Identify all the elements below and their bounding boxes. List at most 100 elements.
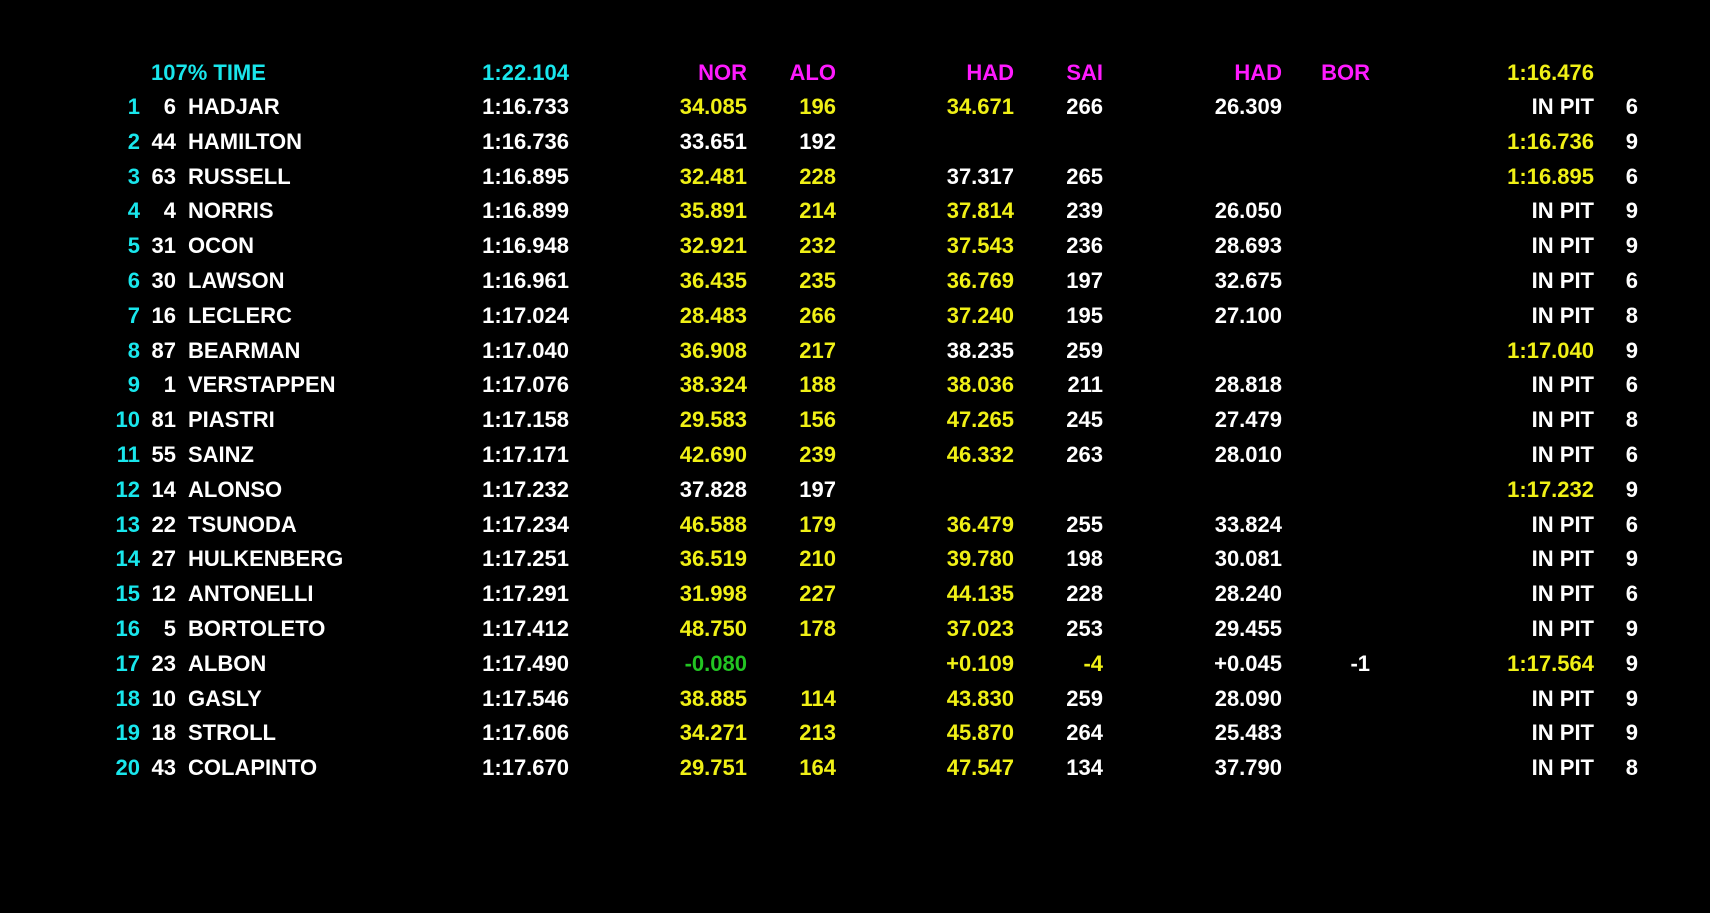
best-lap-time: 1:16.736 [482,128,569,154]
sector2-detail: 239 [1066,198,1103,224]
car-number: 44 [151,128,176,154]
best-lap-time: 1:17.234 [482,511,569,537]
lap-count: 9 [1625,476,1638,502]
last-lap: IN PIT [1531,372,1594,398]
sector1-time: 42.690 [679,442,747,467]
sector2-time: +0.109 [946,650,1014,676]
sector2-detail: 245 [1066,407,1103,433]
sector3-time: 33.824 [1214,511,1282,537]
sector2-time: 37.023 [946,616,1014,641]
sector2-time [860,473,1014,507]
best-time-header: 1:16.476 [1507,60,1594,85]
sector3-time: 26.050 [1214,198,1282,224]
last-lap: IN PIT [1531,685,1594,711]
lap-count: 9 [1625,198,1638,224]
sector1-detail: 213 [799,720,836,746]
last-lap: IN PIT [1531,198,1594,224]
sector1-detail: 266 [799,302,836,328]
last-lap: 1:17.040 [1507,337,1594,363]
sector3-detail: -1 [1350,650,1370,676]
sector3-detail [1280,542,1370,576]
table-row: 8 87 BEARMAN 1:17.040 36.908 217 38.235 259 1:17… [0,334,1710,368]
car-number: 4 [163,198,176,224]
s3-second-header: BOR [1321,60,1370,85]
table-row: 20 43 COLAPINTO 1:17.670 29.751 164 47.547 134 3… [0,751,1710,785]
table-row: 7 16 LECLERC 1:17.024 28.483 266 37.240 195 27.1… [0,299,1710,333]
sector3-time: 28.693 [1214,233,1282,259]
last-lap: IN PIT [1531,233,1594,259]
lap-count: 8 [1625,407,1638,433]
sector1-time: 36.435 [679,268,747,293]
sector3-detail [1280,229,1370,263]
sector3-detail [1280,682,1370,716]
sector2-time: 37.543 [946,233,1014,259]
best-lap-time: 1:17.490 [482,650,569,676]
header-row: 107% TIME 1:22.104 NOR ALO HAD SAI HAD B… [0,56,1710,90]
sector2-detail: 265 [1066,163,1103,189]
last-lap: 1:16.736 [1507,128,1594,154]
table-row: 18 10 GASLY 1:17.546 38.885 114 43.830 259 28.09… [0,682,1710,716]
table-row: 12 14 ALONSO 1:17.232 37.828 197 1:17.232 9 [0,473,1710,507]
sector3-time: 27.479 [1214,407,1282,433]
sector2-detail: 263 [1066,442,1103,467]
last-lap: IN PIT [1531,720,1594,746]
sector1-time: 32.481 [679,163,747,189]
last-lap: 1:17.232 [1507,476,1594,502]
car-number: 30 [151,268,176,293]
sector2-detail [1000,473,1103,507]
sector3-time: 29.455 [1214,616,1282,641]
s2-second-header: SAI [1066,60,1103,85]
car-number: 87 [151,337,176,363]
sector3-detail [1280,125,1370,159]
sector3-time: 28.240 [1214,581,1282,607]
sector1-detail: 228 [799,163,836,189]
sector3-detail [1280,473,1370,507]
sector1-time: 32.921 [679,233,747,259]
sector1-detail [740,647,836,681]
sector1-detail: 114 [800,685,837,711]
best-lap-time: 1:17.171 [482,442,569,467]
sector2-detail: -4 [1083,650,1103,676]
sector2-detail: 211 [1067,372,1104,398]
sector3-detail [1280,334,1370,368]
sector3-time: 26.309 [1214,94,1282,119]
sector3-detail [1280,194,1370,228]
sector3-time [1100,160,1282,194]
sector3-time: 25.483 [1214,720,1282,746]
table-row: 19 18 STROLL 1:17.606 34.271 213 45.870 264 25.4… [0,716,1710,750]
last-lap: IN PIT [1531,581,1594,607]
best-lap-time: 1:17.251 [482,546,569,572]
sector1-time: 34.085 [679,94,747,119]
sector3-time: +0.045 [1214,650,1282,676]
sector2-detail: 253 [1066,616,1103,641]
best-lap-time: 1:16.899 [482,198,569,224]
sector1-detail: 178 [799,616,836,641]
sector1-detail: 239 [799,442,836,467]
last-lap: IN PIT [1531,407,1594,433]
sector2-time: 46.332 [946,442,1014,467]
lap-count: 8 [1625,755,1638,781]
sector1-detail: 235 [799,268,836,293]
sector2-detail: 195 [1066,302,1103,328]
best-lap-time: 1:17.291 [482,581,569,607]
sector1-time: 28.483 [679,302,747,328]
sector1-time: 34.271 [679,720,747,746]
lap-count: 9 [1625,616,1638,641]
cutoff-time: 1:22.104 [482,60,569,85]
sector3-time [1100,473,1282,507]
sector1-time: 38.885 [679,685,747,711]
best-lap-time: 1:17.040 [482,337,569,363]
sector1-time: 31.998 [679,581,747,607]
sector2-time: 37.317 [946,163,1014,189]
sector1-detail: 164 [799,755,836,781]
sector3-time: 28.818 [1214,372,1282,398]
sector3-time: 28.010 [1214,442,1282,467]
lap-count: 9 [1625,546,1638,572]
sector1-detail: 214 [799,198,836,224]
lap-count: 6 [1625,511,1638,537]
table-row: 16 5 BORTOLETO 1:17.412 48.750 178 37.023 253 29… [0,612,1710,646]
car-number: 55 [151,442,176,467]
sector2-time: 47.547 [946,755,1014,781]
lap-count: 9 [1625,337,1638,363]
sector2-detail: 236 [1066,233,1103,259]
